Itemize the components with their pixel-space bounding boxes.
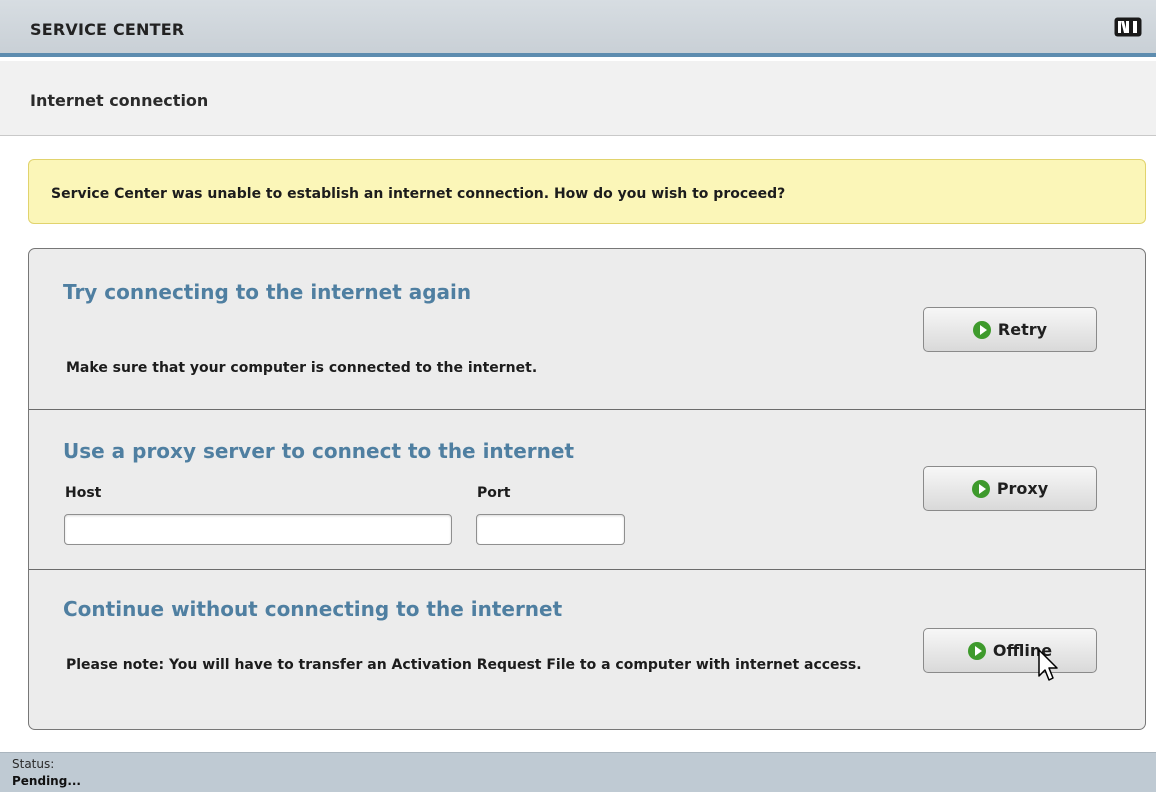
host-label: Host: [65, 485, 102, 501]
offline-button-label: Offline: [992, 641, 1053, 660]
offline-description: Please note: You will have to transfer a…: [66, 657, 862, 673]
native-instruments-logo-icon: [1114, 17, 1142, 37]
notice-message: Service Center was unable to establish a…: [51, 186, 786, 202]
play-arrow-icon: [971, 479, 990, 498]
warning-notice: Service Center was unable to establish a…: [28, 159, 1146, 224]
title-bar: SERVICE CENTER: [0, 0, 1156, 57]
status-value: Pending...: [12, 774, 81, 788]
retry-section: Try connecting to the internet again Mak…: [29, 249, 1145, 410]
play-arrow-icon: [967, 641, 986, 660]
port-label: Port: [477, 485, 511, 501]
connection-options-panel: Try connecting to the internet again Mak…: [28, 248, 1146, 730]
status-bar: Status: Pending...: [0, 752, 1156, 792]
status-label: Status:: [12, 757, 55, 771]
offline-heading: Continue without connecting to the inter…: [63, 597, 563, 621]
offline-button[interactable]: Offline: [923, 628, 1097, 673]
window-title: SERVICE CENTER: [30, 20, 185, 39]
page-header: Internet connection: [0, 61, 1156, 136]
offline-section: Continue without connecting to the inter…: [29, 570, 1145, 729]
retry-button[interactable]: Retry: [923, 307, 1097, 352]
proxy-button[interactable]: Proxy: [923, 466, 1097, 511]
play-arrow-icon: [972, 320, 991, 339]
proxy-heading: Use a proxy server to connect to the int…: [63, 439, 575, 463]
proxy-section: Use a proxy server to connect to the int…: [29, 410, 1145, 570]
host-input[interactable]: [64, 514, 452, 545]
page-subtitle: Internet connection: [30, 91, 209, 110]
proxy-button-label: Proxy: [996, 479, 1049, 498]
retry-button-label: Retry: [997, 320, 1048, 339]
port-input[interactable]: [476, 514, 625, 545]
retry-heading: Try connecting to the internet again: [63, 280, 472, 304]
retry-description: Make sure that your computer is connecte…: [66, 360, 538, 376]
